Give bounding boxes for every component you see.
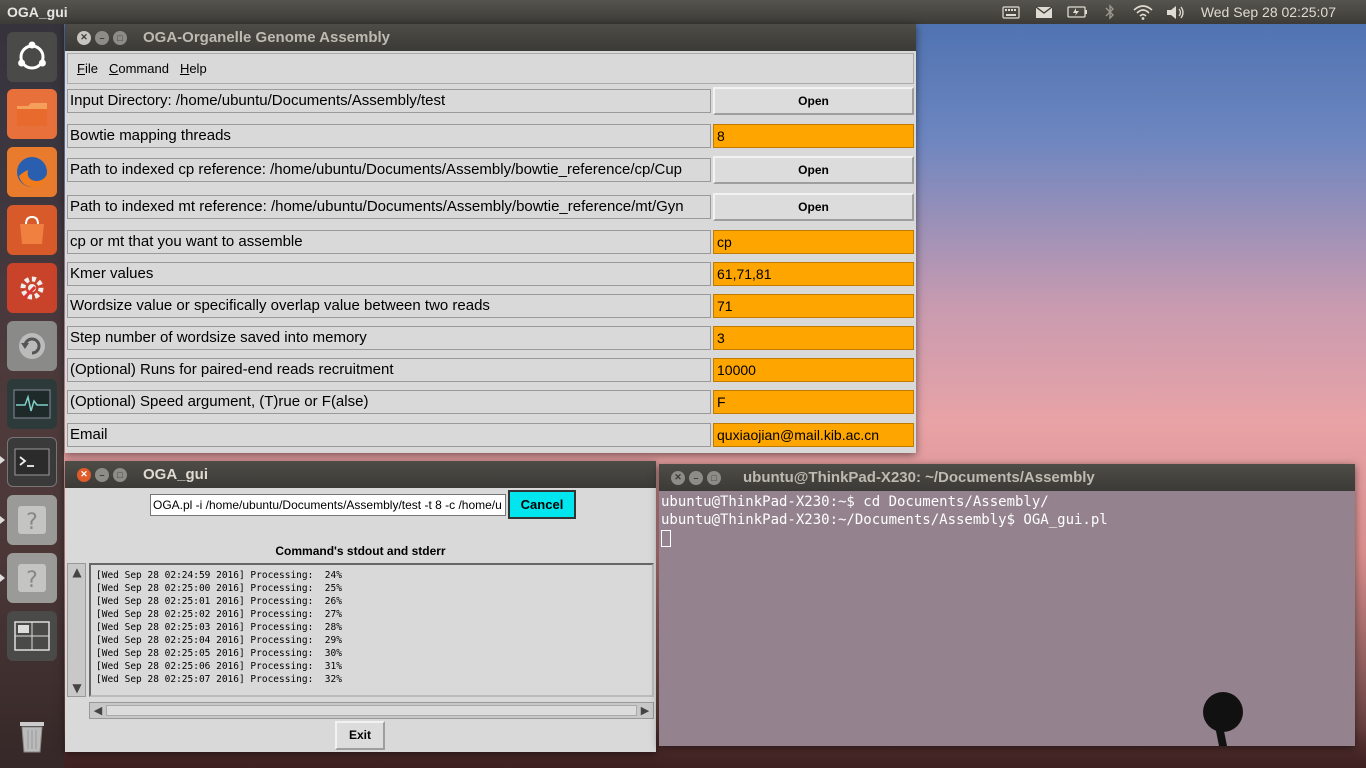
maximize-icon[interactable]: □	[707, 470, 721, 485]
ubuntu-dash-icon[interactable]	[7, 32, 57, 82]
main-window-titlebar[interactable]: ✕ – □ OGA-Organelle Genome Assembly	[65, 24, 916, 51]
terminal-titlebar[interactable]: ✕ – □ ubuntu@ThinkPad-X230: ~/Documents/…	[659, 464, 1355, 491]
svg-text:?: ?	[26, 568, 38, 593]
menu-command[interactable]: Command	[109, 61, 169, 76]
scrollbar-thumb[interactable]	[106, 705, 637, 716]
mt-reference-open-button[interactable]: Open	[713, 193, 914, 221]
output-horizontal-scrollbar[interactable]: ◀ ▶	[89, 702, 654, 719]
maximize-icon[interactable]: □	[113, 467, 127, 482]
running-indicator	[0, 574, 5, 582]
window-title: OGA_gui	[143, 466, 209, 483]
log-line: [Wed Sep 28 02:25:06 2016] Processing: 3…	[96, 661, 342, 672]
kmer-field[interactable]: 61,71,81	[713, 262, 914, 286]
output-vertical-scrollbar[interactable]: ▲ ▼	[67, 563, 86, 697]
system-settings-icon[interactable]	[7, 263, 57, 313]
terminal-window: ✕ – □ ubuntu@ThinkPad-X230: ~/Documents/…	[659, 464, 1355, 746]
backup-icon[interactable]	[7, 321, 57, 371]
close-icon[interactable]: ✕	[77, 467, 91, 482]
step-number-label: Step number of wordsize saved into memor…	[67, 326, 711, 350]
log-line: [Wed Sep 28 02:25:00 2016] Processing: 2…	[96, 583, 342, 594]
log-line: [Wed Sep 28 02:25:04 2016] Processing: 2…	[96, 635, 342, 646]
minimize-icon[interactable]: –	[689, 470, 703, 485]
log-line: [Wed Sep 28 02:25:07 2016] Processing: 3…	[96, 674, 342, 685]
menu-file[interactable]: File	[77, 61, 98, 76]
cp-reference-open-button[interactable]: Open	[713, 156, 914, 184]
log-line: [Wed Sep 28 02:25:03 2016] Processing: 2…	[96, 622, 342, 633]
wordsize-field[interactable]: 71	[713, 294, 914, 318]
scroll-right-icon[interactable]: ▶	[638, 703, 652, 718]
terminal-icon[interactable]	[7, 437, 57, 487]
window-title: ubuntu@ThinkPad-X230: ~/Documents/Assemb…	[743, 469, 1095, 486]
top-panel: OGA_gui Wed Sep 28 02:25:07	[0, 0, 1366, 24]
launcher: ? ?	[0, 24, 64, 768]
trash-icon[interactable]	[7, 710, 57, 760]
maximize-icon[interactable]: □	[113, 30, 127, 45]
mail-icon[interactable]	[1034, 4, 1054, 20]
system-monitor-icon[interactable]	[7, 379, 57, 429]
running-indicator	[0, 516, 5, 524]
step-number-field[interactable]: 3	[713, 326, 914, 350]
email-field[interactable]: quxiaojian@mail.kib.ac.cn	[713, 423, 914, 447]
scroll-down-icon[interactable]: ▼	[69, 681, 85, 695]
log-line: [Wed Sep 28 02:25:05 2016] Processing: 3…	[96, 648, 342, 659]
minimize-icon[interactable]: –	[95, 467, 109, 482]
volume-icon[interactable]	[1166, 4, 1186, 20]
cp-reference-label: Path to indexed cp reference: /home/ubun…	[67, 158, 711, 182]
menu-help[interactable]: Help	[180, 61, 207, 76]
runs-label: (Optional) Runs for paired-end reads rec…	[67, 358, 711, 382]
wifi-icon[interactable]	[1133, 4, 1153, 20]
workspace-switcher-icon[interactable]	[7, 611, 57, 661]
cp-or-mt-label: cp or mt that you want to assemble	[67, 230, 711, 254]
software-center-icon[interactable]	[7, 205, 57, 255]
mt-reference-label: Path to indexed mt reference: /home/ubun…	[67, 195, 711, 219]
terminal-line: ubuntu@ThinkPad-X230:~/Documents/Assembl…	[661, 512, 1108, 528]
oga-main-window: ✕ – □ OGA-Organelle Genome Assembly File…	[65, 24, 916, 453]
output-log: [Wed Sep 28 02:24:59 2016] Processing: 2…	[89, 563, 654, 697]
output-title: Command's stdout and stderr	[275, 544, 446, 558]
gui-window-titlebar[interactable]: ✕ – □ OGA_gui	[65, 461, 656, 488]
terminal-body[interactable]: ubuntu@ThinkPad-X230:~$ cd Documents/Ass…	[659, 491, 1355, 549]
window-title: OGA-Organelle Genome Assembly	[143, 29, 391, 46]
help-icon[interactable]: ?	[7, 553, 57, 603]
active-app-title: OGA_gui	[7, 4, 68, 20]
wordsize-label: Wordsize value or specifically overlap v…	[67, 294, 711, 318]
cp-or-mt-field[interactable]: cp	[713, 230, 914, 254]
input-directory-open-button[interactable]: Open	[713, 87, 914, 115]
minimize-icon[interactable]: –	[95, 30, 109, 45]
runs-field[interactable]: 10000	[713, 358, 914, 382]
oga-gui-window: ✕ – □ OGA_gui OGA.pl -i /home/ubuntu/Doc…	[65, 461, 656, 752]
terminal-line: ubuntu@ThinkPad-X230:~$ cd Documents/Ass…	[661, 494, 1049, 510]
close-icon[interactable]: ✕	[671, 470, 685, 485]
files-icon[interactable]	[7, 89, 57, 139]
cancel-button[interactable]: Cancel	[508, 490, 576, 519]
exit-button[interactable]: Exit	[335, 721, 385, 750]
terminal-cursor	[661, 529, 671, 547]
bowtie-threads-label: Bowtie mapping threads	[67, 124, 711, 148]
speed-field[interactable]: F	[713, 390, 914, 414]
speed-label: (Optional) Speed argument, (T)rue or F(a…	[67, 390, 711, 414]
log-line: [Wed Sep 28 02:25:02 2016] Processing: 2…	[96, 609, 342, 620]
kmer-label: Kmer values	[67, 262, 711, 286]
menu-bar: File Command Help	[67, 53, 914, 84]
svg-text:?: ?	[26, 510, 38, 535]
email-label: Email	[67, 423, 711, 447]
running-indicator	[0, 456, 5, 464]
keyboard-icon[interactable]	[1001, 4, 1021, 20]
firefox-icon[interactable]	[7, 147, 57, 197]
help-icon[interactable]: ?	[7, 495, 57, 545]
scroll-up-icon[interactable]: ▲	[69, 565, 85, 579]
bowtie-threads-field[interactable]: 8	[713, 124, 914, 148]
input-directory-label: Input Directory: /home/ubuntu/Documents/…	[67, 89, 711, 113]
indicator-area: Wed Sep 28 02:25:07	[1001, 4, 1366, 20]
mouse-pointer-icon	[1203, 692, 1243, 746]
scroll-left-icon[interactable]: ◀	[91, 703, 105, 718]
command-line-field[interactable]: OGA.pl -i /home/ubuntu/Documents/Assembl…	[150, 494, 506, 516]
clock[interactable]: Wed Sep 28 02:25:07	[1201, 4, 1336, 20]
bluetooth-icon[interactable]	[1100, 4, 1120, 20]
close-icon[interactable]: ✕	[77, 30, 91, 45]
battery-icon[interactable]	[1067, 4, 1087, 20]
log-line: [Wed Sep 28 02:25:01 2016] Processing: 2…	[96, 596, 342, 607]
log-line: [Wed Sep 28 02:24:59 2016] Processing: 2…	[96, 570, 342, 581]
